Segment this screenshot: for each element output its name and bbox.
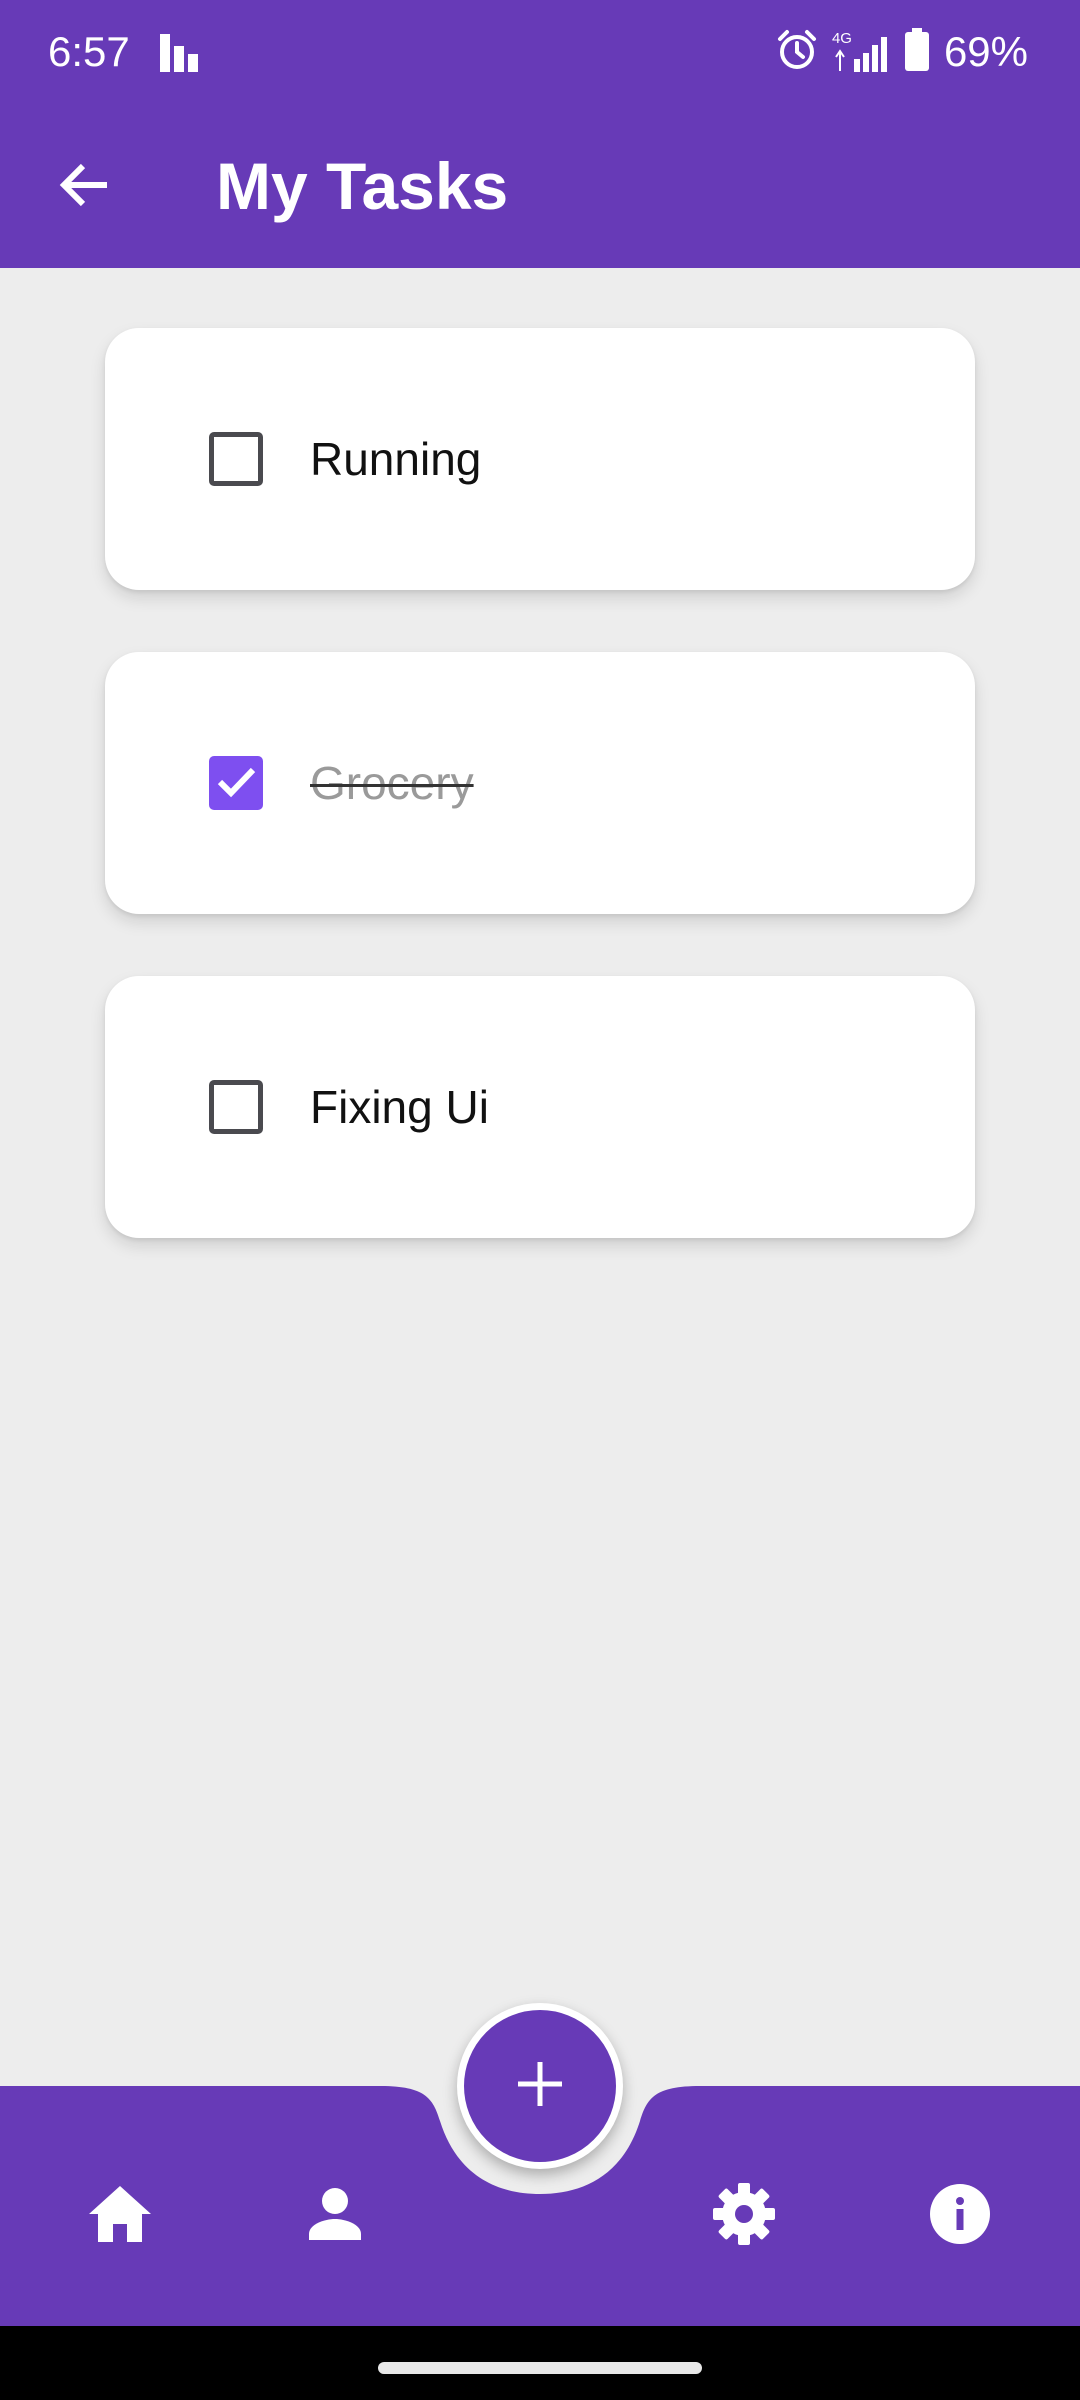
home-icon [87, 2184, 153, 2249]
status-bar: 6:57 4G 69% [0, 0, 1080, 104]
task-checkbox-unchecked[interactable] [209, 1080, 263, 1134]
battery-icon [904, 27, 930, 77]
battery-percentage: 69% [943, 28, 1028, 75]
info-icon [929, 2183, 991, 2250]
arrow-left-icon [57, 157, 113, 218]
person-icon [307, 2186, 363, 2247]
page-title: My Tasks [216, 149, 509, 223]
task-checkbox-checked[interactable] [209, 756, 263, 810]
plus-icon [515, 2059, 565, 2114]
signal-icon: 4G [832, 31, 890, 73]
status-right-group: 4G 69% [776, 22, 1028, 82]
alarm-icon [776, 29, 818, 76]
home-gesture-handle[interactable] [378, 2362, 702, 2374]
activity-bars-icon [158, 32, 202, 72]
status-time: 6:57 [48, 28, 130, 75]
task-card-running[interactable]: Running [105, 328, 975, 590]
nav-home-button[interactable] [70, 2166, 170, 2266]
task-checkbox-unchecked[interactable] [209, 432, 263, 486]
add-task-fab[interactable] [457, 2003, 623, 2169]
nav-profile-button[interactable] [285, 2166, 385, 2266]
nav-settings-button[interactable] [694, 2166, 794, 2266]
nav-info-button[interactable] [910, 2166, 1010, 2266]
task-label: Fixing Ui [310, 1081, 489, 1133]
task-label-completed: Grocery [310, 757, 474, 809]
task-card-fixing-ui[interactable]: Fixing Ui [105, 976, 975, 1238]
checkmark-icon [215, 760, 257, 807]
back-button[interactable] [40, 142, 130, 232]
settings-gear-icon [712, 2182, 776, 2251]
task-label: Running [310, 433, 482, 485]
system-nav-bar [0, 2326, 1080, 2400]
task-card-grocery[interactable]: Grocery [105, 652, 975, 914]
app-bar: My Tasks [0, 104, 1080, 268]
